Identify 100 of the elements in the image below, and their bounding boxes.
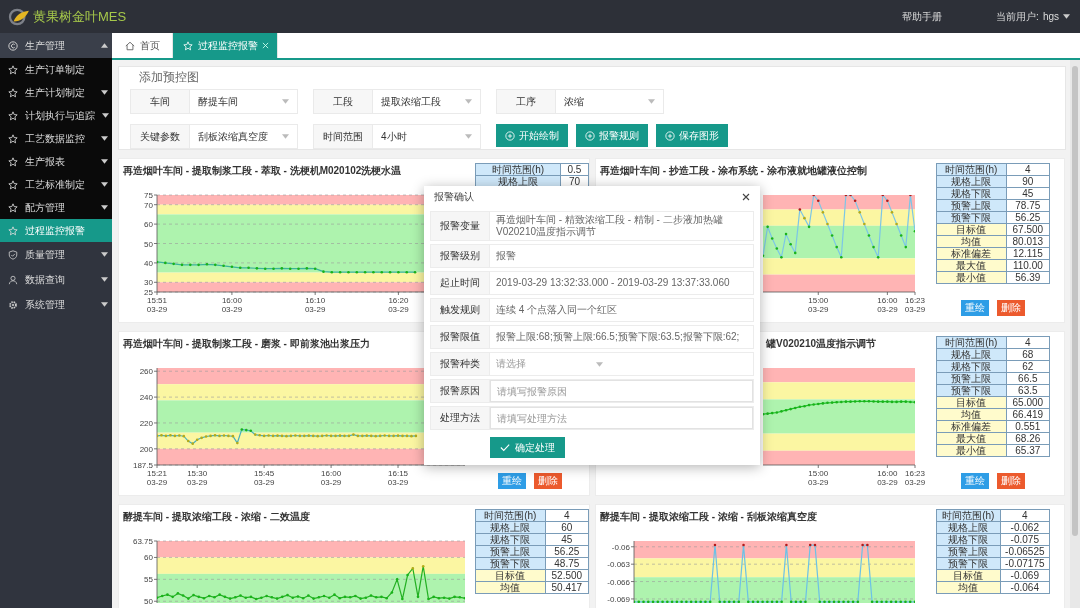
axis-label: 16:23 03-29: [904, 469, 926, 487]
field-value: 报警: [495, 249, 517, 263]
panel-heading: 添加预控图: [139, 69, 199, 86]
confirm-button[interactable]: 确定处理: [490, 437, 565, 458]
field-label: 报警级别: [431, 245, 490, 267]
axis-label: 16:20 03-29: [388, 296, 409, 314]
axis-label: 40: [144, 258, 153, 268]
axis-label: 50: [144, 597, 153, 607]
action-button[interactable]: 保存图形: [656, 124, 728, 147]
table-cell: 4: [1006, 163, 1050, 176]
submenu-item[interactable]: 生产报表: [0, 150, 112, 173]
menu-item[interactable]: 生产管理: [0, 33, 112, 58]
help-link[interactable]: 帮助手册: [902, 9, 943, 24]
axis-label: 16:15 03-29: [387, 469, 409, 487]
input-field[interactable]: 请填写处理方法: [490, 407, 753, 429]
table-cell: 时间范围(h): [936, 163, 1007, 176]
menu-item[interactable]: 系统管理: [0, 292, 112, 317]
axis-label: 15:51 03-29: [146, 296, 168, 314]
submenu-item[interactable]: 过程监控报警: [0, 219, 112, 242]
menu-label: 配方管理: [25, 200, 66, 215]
axis-label: 15:21 03-29: [146, 469, 168, 487]
axis-label: 50: [144, 239, 153, 249]
field-label: 关键参数: [131, 125, 190, 148]
table-cell: 4: [1000, 509, 1050, 522]
delete-button[interactable]: 删除: [534, 473, 562, 489]
axis-label: 16:00 03-29: [877, 296, 898, 314]
menu-label: 质量管理: [25, 247, 66, 262]
user-menu[interactable]: hgs: [1042, 11, 1070, 22]
axis-label: 16:00 03-29: [877, 469, 898, 487]
axis-label: 55: [144, 575, 153, 585]
submenu-item[interactable]: 配方管理: [0, 196, 112, 219]
submenu-item[interactable]: 计划执行与追踪: [0, 104, 112, 127]
menu-label: 工艺数据监控: [25, 131, 86, 146]
field-label: 车间: [131, 90, 190, 113]
field-label: 报警种类: [431, 353, 490, 375]
table-cell: 4: [545, 509, 589, 522]
field-value: 连续 4 个点落入同一个红区: [495, 303, 619, 317]
axis-label: -0.066: [607, 577, 630, 587]
dropdown[interactable]: 酵提车间: [190, 90, 297, 113]
axis-label: 16:00 03-29: [221, 296, 243, 314]
submenu-item[interactable]: 生产订单制定: [0, 58, 112, 81]
input-field[interactable]: 请填写报警原因: [490, 380, 753, 402]
dropdown[interactable]: 4小时: [373, 125, 480, 148]
axis-label: 25: [144, 288, 153, 297]
axis-label: -0.069: [607, 594, 630, 604]
field-label: 时间范围: [314, 125, 373, 148]
axis-label: 15:00 03-29: [808, 296, 829, 314]
submenu-item[interactable]: 工艺标准制定: [0, 173, 112, 196]
axis-label: 240: [139, 393, 153, 403]
field-label: 报警原因: [431, 380, 490, 402]
menu-label: 系统管理: [25, 297, 66, 312]
menu-label: 生产报表: [25, 154, 66, 169]
field-label: 报警限值: [431, 326, 490, 348]
axis-label: 63.75: [132, 537, 153, 546]
table-cell: 时间范围(h): [475, 163, 561, 176]
dropdown[interactable]: 刮板浓缩真空度: [190, 125, 297, 148]
user-label: 当前用户:: [996, 9, 1039, 24]
action-button[interactable]: 报警规则: [576, 124, 648, 147]
chart-title: 再造烟叶车间 - 提取制浆工段 - 磨浆 - 即前浆池出浆压力: [123, 338, 370, 350]
axis-label: 15:45 03-29: [253, 469, 275, 487]
dropdown[interactable]: 浓缩: [556, 90, 663, 113]
axis-label: 16:00 03-29: [320, 469, 342, 487]
field-label: 报警变量: [431, 212, 490, 240]
menu-label: 数据查询: [25, 272, 66, 287]
axis-label: 15:30 03-29: [186, 469, 208, 487]
axis-label: 220: [139, 418, 153, 428]
field-label: 起止时间: [431, 272, 490, 294]
submenu-item[interactable]: 生产计划制定: [0, 81, 112, 104]
dropdown[interactable]: 提取浓缩工段: [373, 90, 480, 113]
menu-item[interactable]: 质量管理: [0, 242, 112, 267]
axis-label: 187.5: [132, 461, 153, 470]
field-value: 2019-03-29 13:32:33.000 - 2019-03-29 13:37:33.060: [495, 276, 731, 290]
submenu-item[interactable]: 工艺数据监控: [0, 127, 112, 150]
table-cell: 时间范围(h): [936, 509, 1001, 522]
table-cell: 4: [1006, 336, 1050, 349]
axis-label: 200: [139, 444, 153, 454]
table-cell: 时间范围(h): [936, 336, 1007, 349]
menu-label: 生产管理: [25, 38, 66, 53]
menu-label: 计划执行与追踪: [25, 108, 95, 123]
menu-item[interactable]: 数据查询: [0, 267, 112, 292]
dialog-title: 报警确认: [434, 190, 474, 204]
axis-label: 15:00 03-29: [808, 469, 829, 487]
axis-label: 260: [139, 367, 153, 377]
field-value: 再造烟叶车间 - 精致浓缩工段 - 精制 - 二步液加热罐V020210温度指示调节: [495, 213, 724, 239]
axis-label: 30: [144, 278, 153, 288]
action-button[interactable]: 开始绘制: [496, 124, 568, 147]
chart-title: 酵提车间 - 提取浓缩工段 - 浓缩 - 二效温度: [123, 511, 310, 523]
menu-label: 生产订单制定: [25, 62, 86, 77]
chart-title: 再造烟叶车间 - 抄造工段 - 涂布系统 - 涂布液就地罐液位控制: [600, 165, 867, 177]
axis-label: 16:10 03-29: [304, 296, 326, 314]
axis-label: 60: [144, 553, 153, 563]
table-cell: 0.5: [560, 163, 589, 176]
field-label: 工序: [497, 90, 556, 113]
axis-label: -0.063: [607, 560, 630, 570]
axis-label: 16:23 03-29: [904, 296, 926, 314]
field-label: 工段: [314, 90, 373, 113]
chart-title: 酵提车间 - 提取浓缩工段 - 浓缩 - 刮板浓缩真空度: [600, 511, 817, 523]
axis-label: 70: [144, 200, 153, 210]
app-title: 黄果树金叶MES: [33, 7, 127, 26]
field-label: 处理方法: [431, 407, 490, 429]
